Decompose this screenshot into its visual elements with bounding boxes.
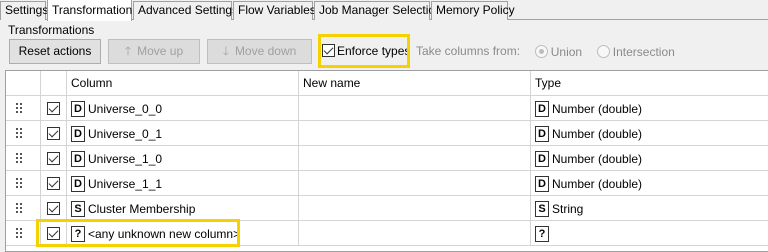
column-cell[interactable]: S Cluster Membership [67, 196, 299, 221]
include-checkbox[interactable] [47, 127, 60, 141]
double-type-icon: D [535, 175, 549, 192]
header-include [41, 71, 67, 96]
new-name-cell[interactable] [299, 96, 531, 121]
header-column[interactable]: Column [67, 71, 299, 96]
union-label: Union [550, 44, 583, 59]
move-down-button[interactable]: 🡓 Move down [207, 39, 312, 64]
intersection-radio[interactable] [596, 45, 610, 59]
type-cell[interactable]: D Number (double) [531, 171, 768, 196]
intersection-label: Intersection [612, 44, 675, 59]
table-row[interactable]: S Cluster Membership S String [6, 196, 768, 221]
tab-bar: Settings Transformation Advanced Setting… [0, 0, 768, 21]
include-cell [41, 121, 67, 146]
column-cell[interactable]: D Universe_0_0 [67, 96, 299, 121]
type-name: Number (double) [552, 126, 643, 141]
double-type-icon: D [71, 125, 85, 142]
table-row[interactable]: D Universe_0_0 D Number (double) [6, 96, 768, 121]
double-type-icon: D [71, 175, 85, 192]
move-up-label: Move up [137, 44, 184, 58]
new-name-cell[interactable] [299, 146, 531, 171]
header-type[interactable]: Type [531, 71, 768, 96]
type-name: Number (double) [552, 176, 643, 191]
drag-handle-icon[interactable] [6, 96, 41, 121]
column-cell[interactable]: D Universe_1_1 [67, 171, 299, 196]
column-cell[interactable]: D Universe_1_0 [67, 146, 299, 171]
union-radio[interactable] [534, 45, 548, 59]
include-checkbox[interactable] [47, 152, 60, 166]
include-cell [41, 146, 67, 171]
column-name: Universe_0_0 [88, 101, 163, 116]
double-type-icon: D [535, 125, 549, 142]
include-cell [41, 196, 67, 221]
header-drag [6, 71, 41, 96]
highlight-box-enforce-types [318, 34, 410, 68]
tab-job-manager-selection[interactable]: Job Manager Selection [314, 1, 442, 20]
type-cell[interactable]: D Number (double) [531, 121, 768, 146]
tab-memory-policy[interactable]: Memory Policy [431, 1, 515, 20]
double-type-icon: D [535, 100, 549, 117]
new-name-cell[interactable] [299, 171, 531, 196]
type-name: Number (double) [552, 151, 643, 166]
drag-handle-icon[interactable] [6, 146, 41, 171]
type-cell[interactable]: D Number (double) [531, 146, 768, 171]
drag-handle-icon[interactable] [6, 121, 41, 146]
type-name: Number (double) [552, 101, 643, 116]
tab-transformation[interactable]: Transformation [47, 0, 132, 21]
new-name-cell[interactable] [299, 196, 531, 221]
include-checkbox[interactable] [47, 177, 60, 191]
tab-flow-variables[interactable]: Flow Variables [233, 1, 316, 20]
drag-handle-icon[interactable] [6, 171, 41, 196]
table-row[interactable]: D Universe_1_0 D Number (double) [6, 146, 768, 171]
take-columns-group: Take columns from: Union Intersection [416, 44, 675, 59]
type-cell[interactable]: D Number (double) [531, 96, 768, 121]
string-type-icon: S [71, 200, 85, 217]
column-name: Universe_1_1 [88, 176, 163, 191]
include-cell [41, 171, 67, 196]
highlight-box-unknown-column [36, 219, 240, 247]
type-cell[interactable]: S String [531, 196, 768, 221]
string-type-icon: S [535, 200, 549, 217]
transformations-group-label: Transformations [8, 23, 95, 37]
move-up-button[interactable]: 🡑 Move up [108, 39, 200, 64]
new-name-cell[interactable] [299, 221, 531, 246]
column-name: Universe_1_0 [88, 151, 163, 166]
header-new-name[interactable]: New name [299, 71, 531, 96]
new-name-cell[interactable] [299, 121, 531, 146]
table-row[interactable]: D Universe_0_1 D Number (double) [6, 121, 768, 146]
arrow-up-icon: 🡑 [124, 44, 132, 58]
arrow-down-icon: 🡓 [222, 44, 229, 58]
reset-actions-button[interactable]: Reset actions [9, 39, 101, 64]
tab-settings[interactable]: Settings [0, 1, 48, 20]
include-cell [41, 96, 67, 121]
table-row[interactable]: D Universe_1_1 D Number (double) [6, 171, 768, 196]
take-columns-label: Take columns from: [416, 44, 521, 58]
double-type-icon: D [71, 150, 85, 167]
unknown-type-icon: ? [535, 225, 549, 242]
tab-advanced-settings[interactable]: Advanced Settings [133, 1, 238, 20]
include-checkbox[interactable] [47, 202, 60, 216]
double-type-icon: D [71, 100, 85, 117]
move-down-label: Move down [234, 44, 297, 58]
include-checkbox[interactable] [47, 102, 60, 116]
column-cell[interactable]: D Universe_0_1 [67, 121, 299, 146]
double-type-icon: D [535, 150, 549, 167]
drag-handle-icon[interactable] [6, 196, 41, 221]
type-cell[interactable]: ? [531, 221, 768, 246]
column-name: Cluster Membership [88, 201, 196, 216]
column-name: Universe_0_1 [88, 126, 163, 141]
type-name: String [552, 201, 584, 216]
